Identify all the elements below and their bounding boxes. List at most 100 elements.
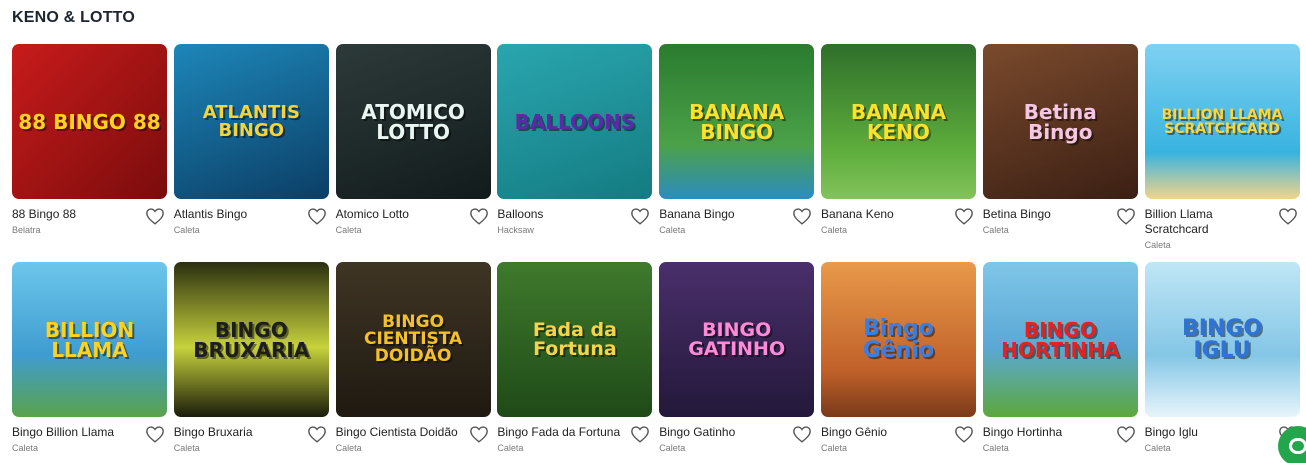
game-thumbnail[interactable]: BINGO HORTINHA [982, 262, 1138, 417]
favorite-heart-icon[interactable] [307, 425, 327, 443]
game-name[interactable]: Balloons Hacksaw [497, 207, 625, 238]
game-card[interactable]: BILLION LLAMA SCRATCHCARD Billion Llama … [1144, 44, 1300, 259]
game-thumbnail[interactable]: Betina Bingo [982, 44, 1138, 199]
game-art-title: BINGO BRUXARIA [193, 317, 310, 362]
game-name[interactable]: Bingo Billion Llama Caleta [12, 425, 140, 456]
game-name-text: Bingo Bruxaria [173, 425, 253, 439]
game-name-text: Atomico Lotto [335, 207, 409, 221]
game-card[interactable]: BALLOONS Balloons Hacksaw [497, 44, 653, 259]
games-row-2: BILLION LLAMA Bingo Billion Llama Caleta… [12, 262, 1300, 463]
favorite-heart-icon[interactable] [1278, 207, 1298, 225]
game-name-text: Banana Bingo [659, 207, 735, 221]
game-card[interactable]: ATOMICO LOTTO Atomico Lotto Caleta [335, 44, 491, 259]
favorite-heart-icon[interactable] [1116, 207, 1136, 225]
game-card[interactable]: Betina Bingo Betina Bingo Caleta [982, 44, 1138, 259]
game-thumbnail[interactable]: ATLANTIS BINGO [173, 44, 329, 199]
game-info: Atomico Lotto Caleta [336, 199, 491, 259]
game-info: Bingo Fada da Fortuna Caleta [497, 417, 652, 463]
game-provider: Caleta [335, 443, 362, 453]
game-name[interactable]: Banana Bingo Caleta [659, 207, 787, 238]
game-name[interactable]: Bingo Gênio Caleta [821, 425, 949, 456]
game-provider: Caleta [659, 443, 686, 453]
game-thumbnail[interactable]: Bingo Gênio [820, 262, 976, 417]
game-name[interactable]: Bingo Iglu Caleta [1145, 425, 1273, 456]
favorite-heart-icon[interactable] [792, 207, 812, 225]
game-card[interactable]: BANANA BINGO Banana Bingo Caleta [659, 44, 815, 259]
game-card[interactable]: ATLANTIS BINGO Atlantis Bingo Caleta [173, 44, 329, 259]
game-provider: Caleta [335, 225, 362, 235]
favorite-heart-icon[interactable] [1116, 425, 1136, 443]
game-name[interactable]: Billion Llama Scratchcard Caleta [1145, 207, 1273, 253]
game-name[interactable]: Bingo Hortinha Caleta [983, 425, 1111, 456]
game-card[interactable]: BILLION LLAMA Bingo Billion Llama Caleta [12, 262, 167, 463]
game-name-text: Bingo Hortinha [982, 425, 1063, 439]
game-name[interactable]: Bingo Cientista Doidão Caleta [336, 425, 464, 456]
game-thumbnail[interactable]: BINGO GATINHO [659, 262, 815, 417]
game-name[interactable]: Bingo Bruxaria Caleta [174, 425, 302, 456]
favorite-heart-icon[interactable] [954, 207, 974, 225]
game-card[interactable]: BINGO BRUXARIA Bingo Bruxaria Caleta [173, 262, 329, 463]
game-name-text: Bingo Fada da Fortuna [497, 425, 621, 439]
favorite-heart-icon[interactable] [792, 425, 812, 443]
game-name-text: Banana Keno [820, 207, 894, 221]
game-card[interactable]: BINGO IGLU Bingo Iglu Caleta [1144, 262, 1300, 463]
favorite-heart-icon[interactable] [145, 207, 165, 225]
game-card[interactable]: Fada da Fortuna Bingo Fada da Fortuna Ca… [497, 262, 653, 463]
game-thumbnail[interactable]: BANANA BINGO [659, 44, 815, 199]
game-thumbnail[interactable]: BILLION LLAMA SCRATCHCARD [1144, 44, 1300, 199]
game-card[interactable]: BANANA KENO Banana Keno Caleta [820, 44, 976, 259]
game-name[interactable]: Bingo Fada da Fortuna Caleta [497, 425, 625, 456]
game-info: Bingo Iglu Caleta [1145, 417, 1300, 463]
game-art-title: Fada da Fortuna [532, 318, 617, 360]
game-thumbnail[interactable]: ATOMICO LOTTO [335, 44, 491, 199]
favorite-heart-icon[interactable] [630, 207, 650, 225]
game-thumbnail[interactable]: BALLOONS [497, 44, 653, 199]
game-provider: Caleta [820, 443, 847, 453]
favorite-heart-icon[interactable] [630, 425, 650, 443]
game-art-title: BINGO CIENTISTA DOIDÃO [363, 312, 463, 366]
game-thumbnail[interactable]: BANANA KENO [820, 44, 976, 199]
favorite-heart-icon[interactable] [307, 207, 327, 225]
game-card[interactable]: BINGO HORTINHA Bingo Hortinha Caleta [982, 262, 1138, 463]
game-art-title: 88 BINGO 88 [18, 109, 161, 134]
game-info: Banana Bingo Caleta [659, 199, 814, 259]
favorite-heart-icon[interactable] [469, 207, 489, 225]
game-name-text: Bingo Gênio [820, 425, 888, 439]
game-art-title: Bingo Gênio [862, 315, 935, 363]
game-name[interactable]: Bingo Gatinho Caleta [659, 425, 787, 456]
game-provider: Caleta [173, 225, 200, 235]
game-info: Atlantis Bingo Caleta [174, 199, 329, 259]
game-thumbnail[interactable]: BINGO IGLU [1144, 262, 1300, 417]
game-provider: Caleta [497, 443, 524, 453]
game-art-title: ATOMICO LOTTO [361, 99, 465, 144]
game-thumbnail[interactable]: BINGO CIENTISTA DOIDÃO [335, 262, 491, 417]
favorite-heart-icon[interactable] [469, 425, 489, 443]
game-card[interactable]: BINGO GATINHO Bingo Gatinho Caleta [659, 262, 815, 463]
game-thumbnail[interactable]: Fada da Fortuna [497, 262, 653, 417]
game-info: Bingo Gênio Caleta [821, 417, 976, 463]
game-name[interactable]: Atomico Lotto Caleta [336, 207, 464, 238]
game-provider: Caleta [982, 225, 1009, 235]
game-thumbnail[interactable]: BILLION LLAMA [12, 262, 167, 417]
game-info: Billion Llama Scratchcard Caleta [1145, 199, 1300, 259]
game-name[interactable]: 88 Bingo 88 Belatra [12, 207, 140, 238]
game-name-text: Bingo Cientista Doidão [335, 425, 458, 439]
game-art-title: BALLOONS [514, 109, 636, 134]
game-card[interactable]: BINGO CIENTISTA DOIDÃO Bingo Cientista D… [335, 262, 491, 463]
game-card[interactable]: 88 BINGO 88 88 Bingo 88 Belatra [12, 44, 167, 259]
favorite-heart-icon[interactable] [145, 425, 165, 443]
game-name[interactable]: Banana Keno Caleta [821, 207, 949, 238]
game-provider: Hacksaw [497, 225, 534, 235]
game-name[interactable]: Betina Bingo Caleta [983, 207, 1111, 238]
game-art-title: BILLION LLAMA SCRATCHCARD [1161, 106, 1283, 137]
game-provider: Caleta [12, 443, 39, 453]
game-name[interactable]: Atlantis Bingo Caleta [174, 207, 302, 238]
game-provider: Caleta [173, 443, 200, 453]
favorite-heart-icon[interactable] [954, 425, 974, 443]
game-thumbnail[interactable]: 88 BINGO 88 [12, 44, 167, 199]
game-name-text: 88 Bingo 88 [12, 207, 77, 221]
game-art-title: BINGO GATINHO [688, 318, 786, 360]
game-thumbnail[interactable]: BINGO BRUXARIA [173, 262, 329, 417]
games-row-1: 88 BINGO 88 88 Bingo 88 Belatra ATLANTIS… [12, 44, 1300, 259]
game-card[interactable]: Bingo Gênio Bingo Gênio Caleta [820, 262, 976, 463]
